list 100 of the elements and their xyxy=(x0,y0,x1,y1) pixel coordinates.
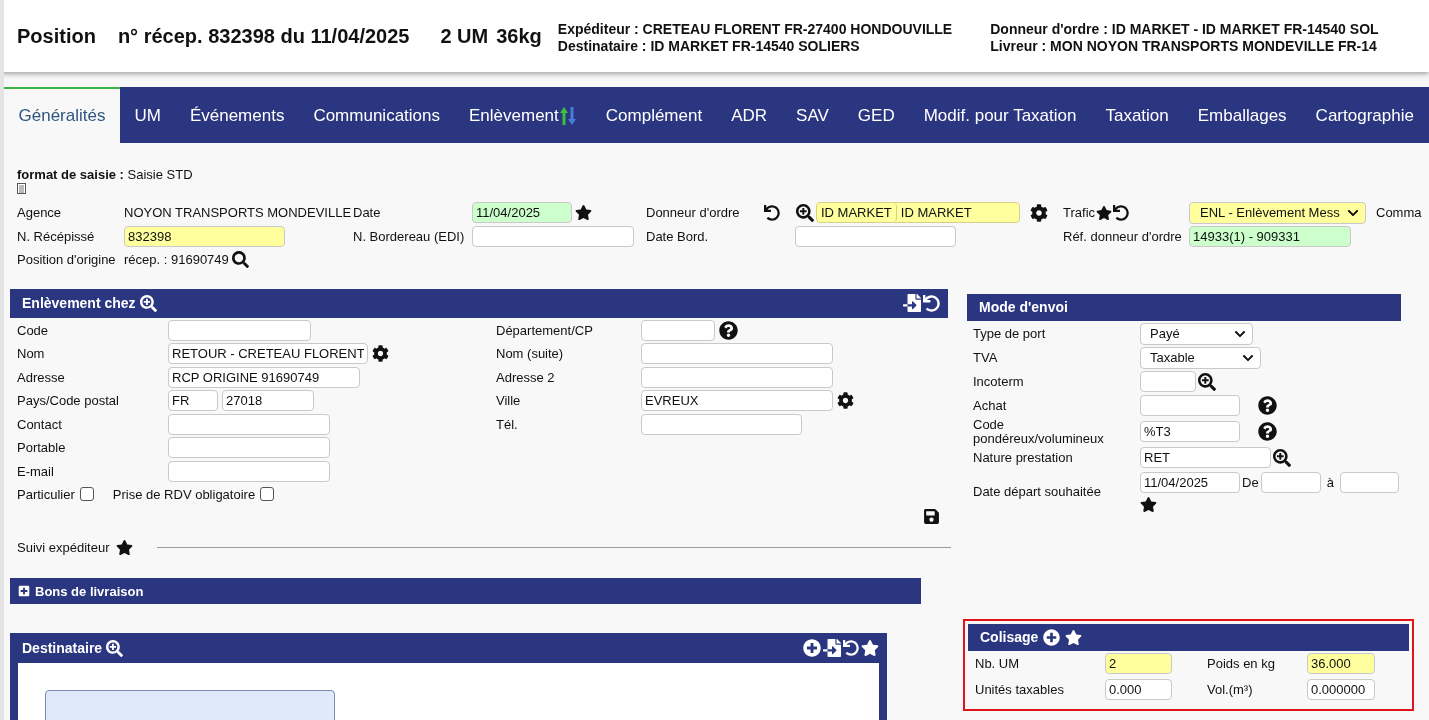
text-field[interactable]: RET xyxy=(1140,447,1271,468)
field-label: Trafic xyxy=(1063,205,1096,221)
search-icon[interactable] xyxy=(231,251,249,269)
settings-icon[interactable] xyxy=(837,392,854,410)
zoom-in-icon[interactable] xyxy=(106,639,124,657)
text-field[interactable]: RCP ORIGINE 91690749 xyxy=(168,366,360,388)
star-icon[interactable] xyxy=(1140,495,1157,513)
number-field[interactable]: 0.000000 xyxy=(1307,679,1375,700)
party-line: Livreur : MON NOYON TRANSPORTS MONDEVILLE FR-14 xyxy=(990,38,1378,55)
receipt-number: n° récep. 832398 du 11/04/2025 xyxy=(117,24,410,48)
settings-icon[interactable] xyxy=(372,345,389,363)
number-field[interactable]: 0.000 xyxy=(1105,679,1172,700)
field-value: ID MARKET xyxy=(899,204,973,223)
checkbox[interactable] xyxy=(260,487,275,501)
help-icon[interactable] xyxy=(1258,396,1277,415)
zoom-in-icon[interactable] xyxy=(139,294,157,312)
dropdown[interactable]: Taxable xyxy=(1140,346,1261,369)
help-icon[interactable] xyxy=(1258,422,1277,441)
field-label: Nom (suite) xyxy=(496,346,565,362)
field-label: Vol.(m³) xyxy=(1207,682,1254,697)
page-title: Position xyxy=(17,24,96,48)
star-icon[interactable] xyxy=(861,639,879,657)
text-field[interactable]: EVREUX xyxy=(641,390,833,412)
field-label: Département/CP xyxy=(496,322,594,338)
number-field[interactable]: 36.000 xyxy=(1307,653,1375,674)
field-label: Portable xyxy=(17,440,67,456)
customer-field[interactable]: ID MARKET ID MARKET xyxy=(816,202,1020,224)
panel-title: Enlèvement chez xyxy=(22,295,136,311)
field-value: Saisie STD xyxy=(127,167,193,182)
zoom-in-icon[interactable] xyxy=(1198,372,1216,391)
text-field[interactable] xyxy=(641,413,802,435)
undo-icon[interactable] xyxy=(843,640,859,656)
settings-icon[interactable] xyxy=(1030,203,1048,222)
help-icon[interactable] xyxy=(719,320,738,340)
star-icon[interactable] xyxy=(1065,628,1083,646)
time-field[interactable] xyxy=(1260,471,1321,493)
panel-title: Destinataire xyxy=(22,640,103,656)
text-field[interactable]: RETOUR - CRETEAU FLORENT xyxy=(168,343,368,365)
field-label: Ville xyxy=(496,393,522,409)
checkbox-label: Particulier xyxy=(17,486,75,502)
field-label: Position d'origine xyxy=(17,252,117,268)
text-field[interactable] xyxy=(168,437,330,459)
field-label: Tél. xyxy=(496,416,519,432)
zoom-in-icon[interactable] xyxy=(796,203,814,222)
date-field[interactable]: 11/04/2025 xyxy=(472,202,572,224)
file-import-icon[interactable] xyxy=(823,639,841,657)
checkbox[interactable] xyxy=(79,487,94,501)
number-field[interactable]: 2 xyxy=(1105,653,1172,674)
document-icon xyxy=(17,183,26,194)
text-field[interactable]: FR xyxy=(168,390,218,412)
field-label: Pays/Code postal xyxy=(17,393,120,409)
dropdown[interactable]: Payé xyxy=(1140,322,1253,345)
undo-icon[interactable] xyxy=(923,294,940,312)
field-label: Code pondéreux/volumineux xyxy=(973,417,1105,446)
zoom-in-icon[interactable] xyxy=(1273,448,1291,467)
text-field[interactable] xyxy=(168,460,330,482)
party-line: Destinataire : ID MARKET FR-14540 SOLIERS xyxy=(557,38,861,55)
text-field[interactable]: 27018 xyxy=(222,390,314,412)
field-label: Contact xyxy=(17,416,63,432)
text-field[interactable]: 832398 xyxy=(124,225,285,247)
star-icon[interactable] xyxy=(1096,204,1113,221)
traffic-dropdown[interactable]: ENL - Enlèvement Mess xyxy=(1189,201,1366,224)
tab[interactable]: Généralités xyxy=(4,87,120,143)
field-label: Achat xyxy=(973,398,1008,413)
expand-icon[interactable] xyxy=(18,585,30,597)
text-field[interactable]: %T3 xyxy=(1140,421,1240,442)
text-field[interactable]: 14933(1) - 909331 xyxy=(1189,225,1351,247)
undo-icon[interactable] xyxy=(763,204,780,221)
field-label: Adresse xyxy=(17,369,66,385)
field-label: Date départ souhaitée xyxy=(973,485,1102,499)
star-icon[interactable] xyxy=(575,204,592,222)
field-label: De xyxy=(1242,474,1259,490)
star-icon[interactable] xyxy=(115,539,133,556)
add-icon[interactable] xyxy=(803,639,821,657)
date-field[interactable] xyxy=(795,225,956,247)
text-field[interactable] xyxy=(472,225,634,247)
field-label: Nature prestation xyxy=(973,450,1074,465)
text-field[interactable] xyxy=(641,343,833,365)
text-field[interactable] xyxy=(641,319,715,341)
text-field[interactable] xyxy=(641,366,833,388)
date-field[interactable]: 11/04/2025 xyxy=(1140,471,1240,493)
field-label: Nom xyxy=(17,346,46,362)
text-field[interactable] xyxy=(1140,395,1240,416)
field-label: Nb. UM xyxy=(975,656,1021,671)
time-field[interactable] xyxy=(1339,471,1399,493)
add-icon[interactable] xyxy=(1043,628,1061,646)
field-label: N. Bordereau (EDI) xyxy=(353,228,466,244)
save-icon[interactable] xyxy=(923,508,940,525)
field-label: Date Bord. xyxy=(646,228,710,244)
panel-title: Bons de livraison xyxy=(35,583,144,599)
unit-count: 2 UM xyxy=(440,24,489,48)
text-field[interactable] xyxy=(1140,371,1196,392)
collapsible-bar[interactable]: Bons de livraison xyxy=(10,578,921,604)
undo-icon[interactable] xyxy=(1113,204,1130,221)
text-field[interactable] xyxy=(168,319,311,341)
field-label: Agence xyxy=(17,205,63,221)
text-field[interactable] xyxy=(168,413,330,435)
file-import-icon[interactable] xyxy=(903,294,921,312)
field-label: Incoterm xyxy=(973,374,1025,389)
weight: 36kg xyxy=(496,24,542,48)
